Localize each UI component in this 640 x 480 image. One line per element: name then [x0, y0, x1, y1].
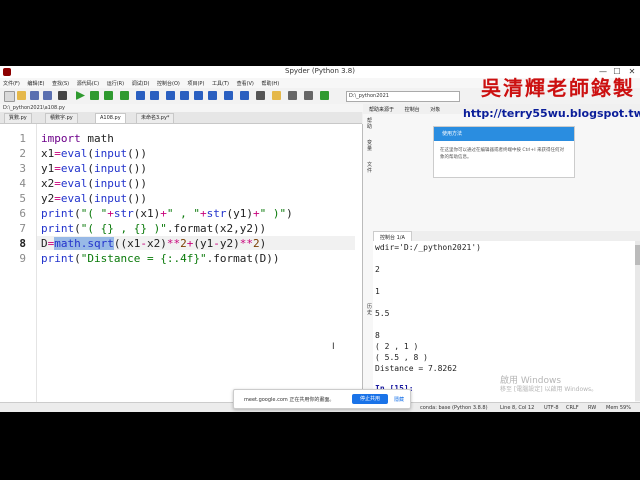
back-arrow-icon[interactable]: [288, 91, 297, 100]
code-line-4: x2=eval(input()): [41, 177, 147, 190]
help-source-select[interactable]: 控制台: [399, 104, 423, 113]
continue-icon[interactable]: [194, 91, 203, 100]
python-path-icon[interactable]: [256, 91, 265, 100]
new-file-icon[interactable]: [4, 91, 15, 102]
code-line-8: D=math.sqrt((x1-x2)**2+(y1-y2)**2): [41, 237, 267, 250]
menu-tools[interactable]: 工具(T): [209, 78, 232, 87]
console-scrollbar[interactable]: [635, 241, 640, 401]
line-number-current: 8: [19, 237, 26, 250]
run-selection-icon[interactable]: [120, 91, 129, 100]
run-cell-advance-icon[interactable]: [104, 91, 113, 100]
tab-file-untitled3[interactable]: 未命名3.py*: [136, 113, 175, 123]
step-icon[interactable]: [150, 91, 159, 100]
line-number: 7: [19, 222, 26, 235]
console-line: ( 2 , 1 ): [375, 342, 419, 351]
menu-edit[interactable]: 编辑(E): [24, 78, 47, 87]
console-line: 1: [375, 287, 380, 296]
line-number: 5: [19, 192, 26, 205]
line-number: 4: [19, 177, 26, 190]
status-cursor-position: Line 8, Col 12: [500, 405, 535, 411]
step-into-icon[interactable]: [166, 91, 175, 100]
spyder-window: Spyder (Python 3.8) — ☐ ✕ 文件(F) 编辑(E) 查找…: [0, 66, 640, 412]
side-tab-help[interactable]: 帮助: [367, 118, 373, 130]
menu-view[interactable]: 查看(V): [234, 78, 257, 87]
editor-path: D:\_python2021\a108.py: [0, 104, 363, 112]
menu-help[interactable]: 帮助(H): [258, 78, 282, 87]
code-line-6: print("( "+str(x1)+" , "+str(y1)+" )"): [41, 207, 293, 220]
console-line: wdir='D:/_python2021'): [375, 243, 481, 252]
code-line-1: import math: [41, 132, 114, 145]
code-line-9: print("Distance = {:.4f}".format(D)): [41, 252, 280, 265]
console-line: 8: [375, 331, 380, 340]
side-tab-variables[interactable]: 变量: [367, 140, 373, 152]
tab-file-1[interactable]: 質數.py: [4, 113, 32, 123]
run-cell-icon[interactable]: [90, 91, 99, 100]
forward-arrow-icon[interactable]: [304, 91, 313, 100]
code-line-2: x1=eval(input()): [41, 147, 147, 160]
status-rw: RW: [588, 405, 597, 411]
console-line: Distance = 7.8262: [375, 364, 457, 373]
console-line: 5.5: [375, 309, 390, 318]
screen-share-notification: meet.google.com 正在共用你的畫面。 停止共用 隱藏: [233, 389, 411, 409]
signature-name: 吳清輝老師錄製: [481, 76, 635, 100]
editor-tabs: 質數.py 積數字.py A108.py 未命名3.py*: [0, 112, 362, 124]
help-source-label: 帮助来源于: [369, 107, 395, 113]
save-all-icon[interactable]: [43, 91, 52, 100]
save-icon[interactable]: [30, 91, 39, 100]
line-number: 1: [19, 132, 26, 145]
maximize-pane-icon[interactable]: [224, 91, 233, 100]
menu-file[interactable]: 文件(F): [0, 78, 23, 87]
right-pane: 帮助来源于 控制台 对象 使用方法 在这里你可以通过在编辑器或者终端中按 Ctr…: [363, 76, 640, 412]
help-card-body: 在这里你可以通过在编辑器或者终端中按 Ctrl+I 来获得任何对象的帮助信息。: [440, 148, 564, 160]
signature-url: http://terry55wu.blogspot.tw: [463, 107, 640, 120]
console-line: ( 5.5 , 8 ): [375, 353, 428, 362]
code-editor[interactable]: 1 2 3 4 5 6 7 8 9 import math x1=eval(in…: [0, 124, 363, 402]
folder-icon[interactable]: [272, 91, 281, 100]
settings-icon[interactable]: [58, 91, 67, 100]
line-number-gutter: 1 2 3 4 5 6 7 8 9: [0, 124, 37, 402]
console-line: 2: [375, 265, 380, 274]
help-usage-card: 使用方法 在这里你可以通过在编辑器或者终端中按 Ctrl+I 来获得任何对象的帮…: [433, 126, 575, 178]
help-object-label[interactable]: 对象: [424, 104, 443, 113]
line-number: 9: [19, 252, 26, 265]
help-card-title: 使用方法: [434, 127, 574, 141]
status-encoding: UTF-8: [544, 405, 559, 411]
code-line-7: print("( {} , {} )".format(x2,y2)): [41, 222, 267, 235]
menu-search[interactable]: 查找(S): [49, 78, 72, 87]
stop-debug-icon[interactable]: [208, 91, 217, 100]
menu-projects[interactable]: 项目(P): [184, 78, 207, 87]
debug-icon[interactable]: [136, 91, 145, 100]
line-number: 2: [19, 147, 26, 160]
tab-file-a108[interactable]: A108.py: [95, 113, 126, 123]
browse-icon[interactable]: [320, 91, 329, 100]
run-icon[interactable]: [76, 91, 85, 100]
mouse-cursor-icon: I: [332, 342, 335, 352]
status-eol: CRLF: [566, 405, 579, 411]
menu-debug[interactable]: 调试(D): [129, 78, 153, 87]
line-number: 6: [19, 207, 26, 220]
share-message: meet.google.com 正在共用你的畫面。: [244, 397, 335, 403]
scrollbar-thumb[interactable]: [635, 245, 640, 265]
activate-windows-subtitle: 移至 [電腦設定] 以啟用 Windows。: [500, 386, 598, 393]
status-memory: Mem 59%: [606, 405, 631, 411]
code-line-3: y1=eval(input()): [41, 162, 147, 175]
menu-run[interactable]: 运行(R): [104, 78, 127, 87]
menu-consoles[interactable]: 控制台(O): [154, 78, 183, 87]
step-return-icon[interactable]: [180, 91, 189, 100]
line-number: 3: [19, 162, 26, 175]
stop-sharing-button[interactable]: 停止共用: [352, 394, 388, 404]
menu-source[interactable]: 源代码(C): [74, 78, 102, 87]
tab-file-2[interactable]: 積數字.py: [45, 113, 78, 123]
working-directory-input[interactable]: D:\_python2021: [346, 91, 460, 102]
side-tab-files[interactable]: 文件: [367, 162, 373, 174]
status-conda: conda: base (Python 3.8.8): [420, 405, 488, 411]
preferences-icon[interactable]: [240, 91, 249, 100]
hide-button[interactable]: 隱藏: [394, 396, 404, 403]
code-line-5: y2=eval(input()): [41, 192, 147, 205]
open-folder-icon[interactable]: [17, 91, 26, 100]
